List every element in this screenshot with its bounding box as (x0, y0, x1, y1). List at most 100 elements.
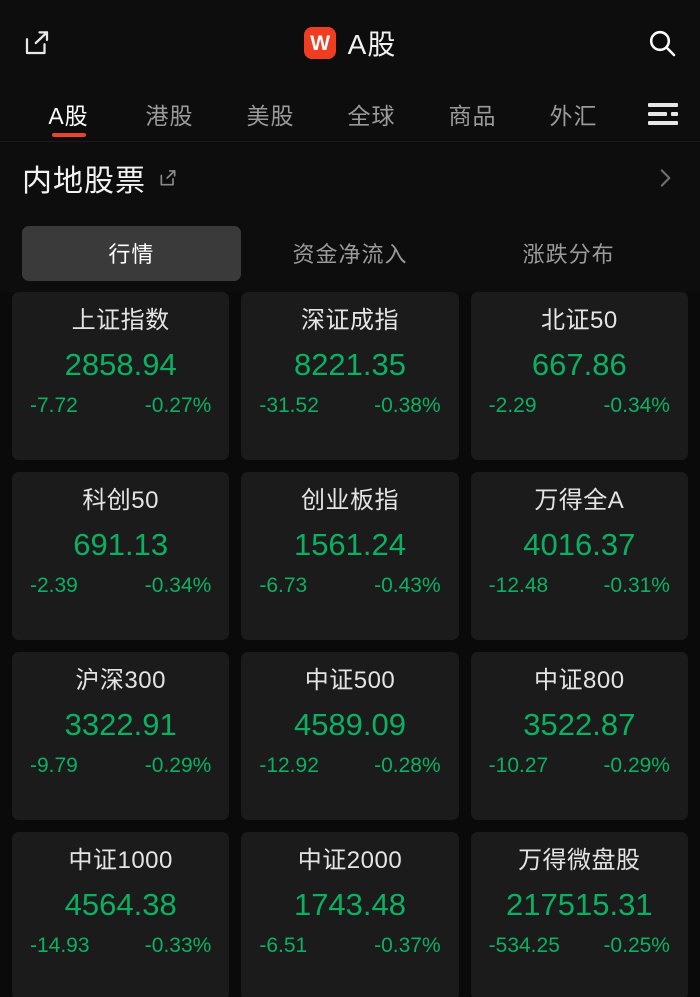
section-title-group: 内地股票 (22, 156, 652, 200)
index-change-percent: -0.34% (603, 394, 670, 418)
index-card[interactable]: 中证1000 4564.38 -14.93 -0.33% (12, 832, 230, 997)
index-change-percent: -0.31% (603, 574, 670, 598)
index-delta-row: -12.92 -0.28% (255, 754, 444, 778)
index-change-percent: -0.27% (144, 394, 212, 418)
tab-label: A股 (48, 102, 89, 129)
index-card[interactable]: 中证500 4589.09 -12.92 -0.28% (241, 652, 459, 820)
tab-overflow-menu-button[interactable] (624, 86, 692, 141)
tab-commodities[interactable]: 商品 (422, 86, 523, 141)
index-name: 上证指数 (71, 307, 170, 334)
index-delta-row: -9.79 -0.29% (26, 754, 215, 778)
market-tab-bar: A股 港股 美股 全球 商品 外汇 (0, 86, 700, 142)
index-change-percent: -0.28% (374, 754, 441, 778)
segment-gain-loss-distribution[interactable]: 涨跌分布 (459, 226, 678, 281)
index-name: 创业板指 (300, 487, 399, 514)
index-delta-row: -6.51 -0.37% (255, 934, 444, 958)
index-delta-row: -534.25 -0.25% (485, 934, 674, 958)
tab-label: 外汇 (549, 102, 598, 129)
index-card[interactable]: 科创50 691.13 -2.39 -0.34% (12, 472, 230, 640)
tab-a-shares[interactable]: A股 (18, 86, 119, 141)
app-title-group: W A股 (68, 23, 632, 63)
index-name: 北证50 (540, 307, 618, 334)
index-card[interactable]: 深证成指 8221.35 -31.52 -0.38% (241, 292, 459, 460)
index-change-absolute: -31.52 (259, 394, 319, 418)
index-delta-row: -14.93 -0.33% (26, 934, 215, 958)
index-change-absolute: -2.39 (30, 574, 78, 598)
index-change-percent: -0.38% (374, 394, 441, 418)
index-card[interactable]: 创业板指 1561.24 -6.73 -0.43% (241, 472, 459, 640)
view-mode-segmented-control: 行情 资金净流入 涨跌分布 (0, 214, 700, 292)
index-delta-row: -2.29 -0.34% (485, 394, 674, 418)
index-name: 万得全A (534, 487, 625, 514)
segment-quotes[interactable]: 行情 (22, 225, 241, 281)
index-name: 万得微盘股 (518, 847, 641, 874)
index-change-absolute: -9.79 (30, 754, 78, 778)
index-price: 2858.94 (64, 347, 177, 383)
index-change-absolute: -6.51 (259, 934, 308, 958)
index-change-absolute: -10.27 (488, 754, 549, 778)
tab-label: 商品 (448, 102, 497, 129)
index-delta-row: -6.73 -0.43% (255, 574, 444, 598)
share-icon[interactable] (158, 168, 178, 188)
wind-logo-icon: W (303, 27, 336, 59)
tab-label: 港股 (145, 102, 194, 129)
index-change-percent: -0.43% (374, 574, 441, 598)
index-price: 1743.48 (293, 887, 407, 923)
tab-global[interactable]: 全球 (321, 86, 422, 141)
index-change-percent: -0.34% (144, 574, 212, 598)
index-change-percent: -0.29% (603, 754, 670, 778)
index-delta-row: -12.48 -0.31% (485, 574, 674, 598)
index-name: 中证500 (304, 667, 396, 694)
tab-forex[interactable]: 外汇 (523, 86, 624, 141)
hamburger-menu-icon (648, 102, 678, 125)
index-change-percent: -0.37% (374, 934, 441, 958)
segment-net-capital-inflow[interactable]: 资金净流入 (241, 226, 460, 281)
index-card[interactable]: 万得全A 4016.37 -12.48 -0.31% (470, 472, 688, 640)
index-name: 科创50 (82, 487, 160, 514)
index-name: 中证800 (534, 667, 625, 694)
index-change-absolute: -6.73 (259, 574, 308, 598)
section-title: 内地股票 (22, 165, 146, 198)
top-bar: W A股 (0, 0, 700, 86)
index-card[interactable]: 中证800 3522.87 -10.27 -0.29% (470, 652, 688, 820)
index-price: 4016.37 (523, 527, 636, 563)
index-change-absolute: -2.29 (488, 394, 537, 418)
top-bar-right (632, 27, 678, 59)
index-change-absolute: -12.48 (488, 574, 549, 598)
index-change-absolute: -534.25 (488, 934, 560, 958)
stock-quotes-app: W A股 A股 港股 美股 全球 商品 外汇 内地股票 行情 资金净流入 涨跌分… (0, 0, 700, 997)
index-delta-row: -10.27 -0.29% (485, 754, 674, 778)
index-price: 8221.35 (293, 347, 407, 383)
index-change-absolute: -7.72 (30, 394, 78, 418)
index-card[interactable]: 中证2000 1743.48 -6.51 -0.37% (241, 832, 459, 997)
index-name: 沪深300 (75, 667, 166, 694)
tab-hk-shares[interactable]: 港股 (119, 86, 220, 141)
index-price: 667.86 (531, 347, 627, 383)
index-delta-row: -31.52 -0.38% (255, 394, 444, 418)
index-card-grid: 上证指数 2858.94 -7.72 -0.27% 深证成指 8221.35 -31.52-… (0, 292, 700, 997)
index-card[interactable]: 万得微盘股 217515.31 -534.25 -0.25% (470, 832, 688, 997)
index-price: 4564.38 (64, 887, 177, 923)
index-price: 1561.24 (293, 527, 407, 563)
page-title: A股 (347, 29, 397, 60)
index-card[interactable]: 沪深300 3322.91 -9.79 -0.29% (12, 652, 230, 820)
index-change-percent: -0.25% (603, 934, 670, 958)
index-delta-row: -2.39 -0.34% (26, 574, 215, 598)
search-icon[interactable] (646, 27, 678, 59)
index-price: 217515.31 (506, 887, 653, 923)
share-icon[interactable] (22, 28, 52, 58)
top-bar-left (22, 28, 68, 58)
index-change-absolute: -14.93 (30, 934, 90, 958)
index-change-absolute: -12.92 (259, 754, 319, 778)
section-header: 内地股票 (0, 142, 700, 214)
index-card[interactable]: 上证指数 2858.94 -7.72 -0.27% (12, 292, 230, 460)
index-name: 中证2000 (297, 847, 403, 874)
index-delta-row: -7.72 -0.27% (26, 394, 215, 418)
tab-label: 美股 (246, 102, 295, 129)
index-price: 691.13 (73, 527, 169, 563)
index-card[interactable]: 北证50 667.86 -2.29 -0.34% (470, 292, 688, 460)
chevron-right-icon[interactable] (652, 165, 678, 191)
index-price: 3322.91 (64, 707, 177, 743)
index-name: 深证成指 (300, 307, 399, 334)
tab-us-shares[interactable]: 美股 (220, 86, 321, 141)
